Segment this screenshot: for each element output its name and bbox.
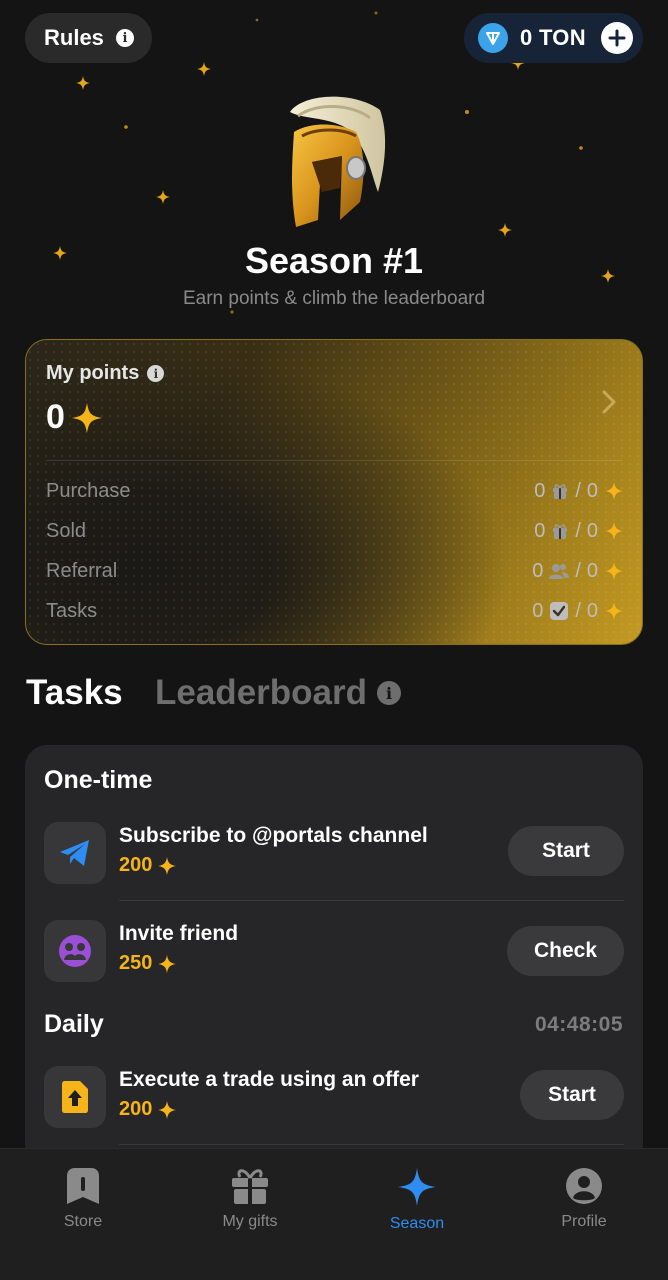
stat-row-sold: Sold 0 / 0 — [46, 516, 624, 546]
nav-label: My gifts — [222, 1213, 278, 1230]
task-reward-value: 250 — [119, 952, 153, 974]
season-subtitle: Earn points & climb the leaderboard — [182, 288, 486, 309]
users-icon — [549, 564, 570, 579]
my-points-label: My points — [46, 362, 140, 384]
store-icon — [67, 1168, 99, 1204]
nav-item-store[interactable]: Store — [23, 1167, 143, 1231]
star-icon — [158, 856, 177, 875]
chevron-right-icon[interactable] — [602, 390, 616, 414]
points-total: 0 — [46, 398, 103, 437]
star-icon — [605, 482, 623, 500]
nav-item-my-gifts[interactable]: My gifts — [190, 1167, 310, 1231]
check-button[interactable]: Check — [507, 926, 624, 976]
one-time-heading: One-time — [44, 766, 153, 794]
stat-name: Referral — [46, 559, 118, 582]
card-divider — [46, 460, 622, 461]
star-icon — [605, 602, 623, 620]
daily-timer: 04:48:05 — [534, 1013, 623, 1036]
stat-row-referral: Referral 0 / 0 — [46, 556, 624, 586]
stat-count: 0 — [534, 519, 546, 542]
stat-row-purchase: Purchase 0 / 0 — [46, 476, 624, 506]
friends-icon — [44, 920, 106, 982]
spartan-helmet-icon — [290, 96, 386, 227]
add-funds-icon[interactable] — [601, 22, 633, 54]
task-item: Invite friend 250 Check — [44, 920, 624, 984]
tab-leaderboard-label: Leaderboard — [155, 673, 367, 712]
daily-heading: Daily — [44, 1010, 104, 1038]
nav-item-profile[interactable]: Profile — [524, 1167, 644, 1231]
stat-name: Tasks — [46, 599, 98, 622]
task-title: Invite friend — [119, 922, 239, 945]
task-reward: 200 — [119, 854, 177, 877]
info-icon[interactable]: i — [377, 681, 401, 705]
task-item: Execute a trade using an offer 200 Start — [44, 1066, 624, 1130]
gift-icon — [553, 524, 568, 539]
ton-logo-icon — [478, 23, 508, 53]
sparkle-icon — [398, 1168, 436, 1206]
task-title: Subscribe to @portals channel — [119, 824, 428, 847]
stat-name: Sold — [46, 519, 87, 542]
ton-balance-label: 0 TON — [520, 25, 586, 50]
nav-item-season[interactable]: Season — [357, 1167, 477, 1233]
ton-balance-button[interactable]: 0 TON — [464, 13, 643, 63]
start-button[interactable]: Start — [520, 1070, 624, 1120]
start-button[interactable]: Start — [508, 826, 624, 876]
stat-count: 0 — [532, 559, 544, 582]
telegram-icon — [44, 822, 106, 884]
task-reward-value: 200 — [119, 854, 153, 876]
star-icon — [158, 1100, 177, 1119]
task-reward-value: 200 — [119, 1098, 153, 1120]
gift-icon — [553, 484, 568, 499]
stat-points: 0 — [586, 559, 598, 582]
my-points-card[interactable]: My points i 0 Purchase 0 / 0 Sold 0 / 0 … — [25, 339, 643, 645]
task-reward: 250 — [119, 952, 177, 975]
bottom-nav: Store My gifts Season Profile — [0, 1148, 668, 1280]
profile-icon — [566, 1168, 602, 1204]
task-divider — [119, 900, 624, 901]
star-icon — [605, 522, 623, 540]
stat-name: Purchase — [46, 479, 131, 502]
season-title: Season #1 — [244, 240, 424, 281]
rules-button[interactable]: Rules i — [25, 13, 152, 63]
task-reward: 200 — [119, 1098, 177, 1121]
tab-leaderboard[interactable]: Leaderboard i — [155, 673, 401, 713]
points-value: 0 — [46, 398, 65, 436]
check-square-icon — [550, 602, 569, 620]
stat-row-tasks: Tasks 0 / 0 — [46, 596, 624, 626]
star-icon — [71, 402, 102, 433]
upload-file-icon — [44, 1066, 106, 1128]
nav-label: Profile — [561, 1213, 607, 1230]
task-divider — [119, 1144, 624, 1145]
nav-label: Store — [63, 1213, 103, 1230]
tab-tasks[interactable]: Tasks — [26, 673, 123, 713]
info-icon: i — [115, 29, 134, 47]
stat-count: 0 — [532, 599, 544, 622]
star-icon — [605, 562, 623, 580]
stat-count: 0 — [534, 479, 546, 502]
star-icon — [158, 954, 177, 973]
stat-points: 0 — [586, 519, 598, 542]
nav-label: Season — [389, 1215, 445, 1232]
info-icon[interactable]: i — [147, 365, 165, 382]
tasks-panel: One-time Subscribe to @portals channel 2… — [25, 745, 643, 1165]
stat-points: 0 — [586, 479, 598, 502]
task-item: Subscribe to @portals channel 200 Start — [44, 822, 624, 886]
task-title: Execute a trade using an offer — [119, 1068, 419, 1091]
rules-label: Rules — [44, 25, 104, 50]
my-points-header: My points i — [46, 362, 165, 385]
gift-icon — [232, 1169, 268, 1204]
stat-points: 0 — [586, 599, 598, 622]
